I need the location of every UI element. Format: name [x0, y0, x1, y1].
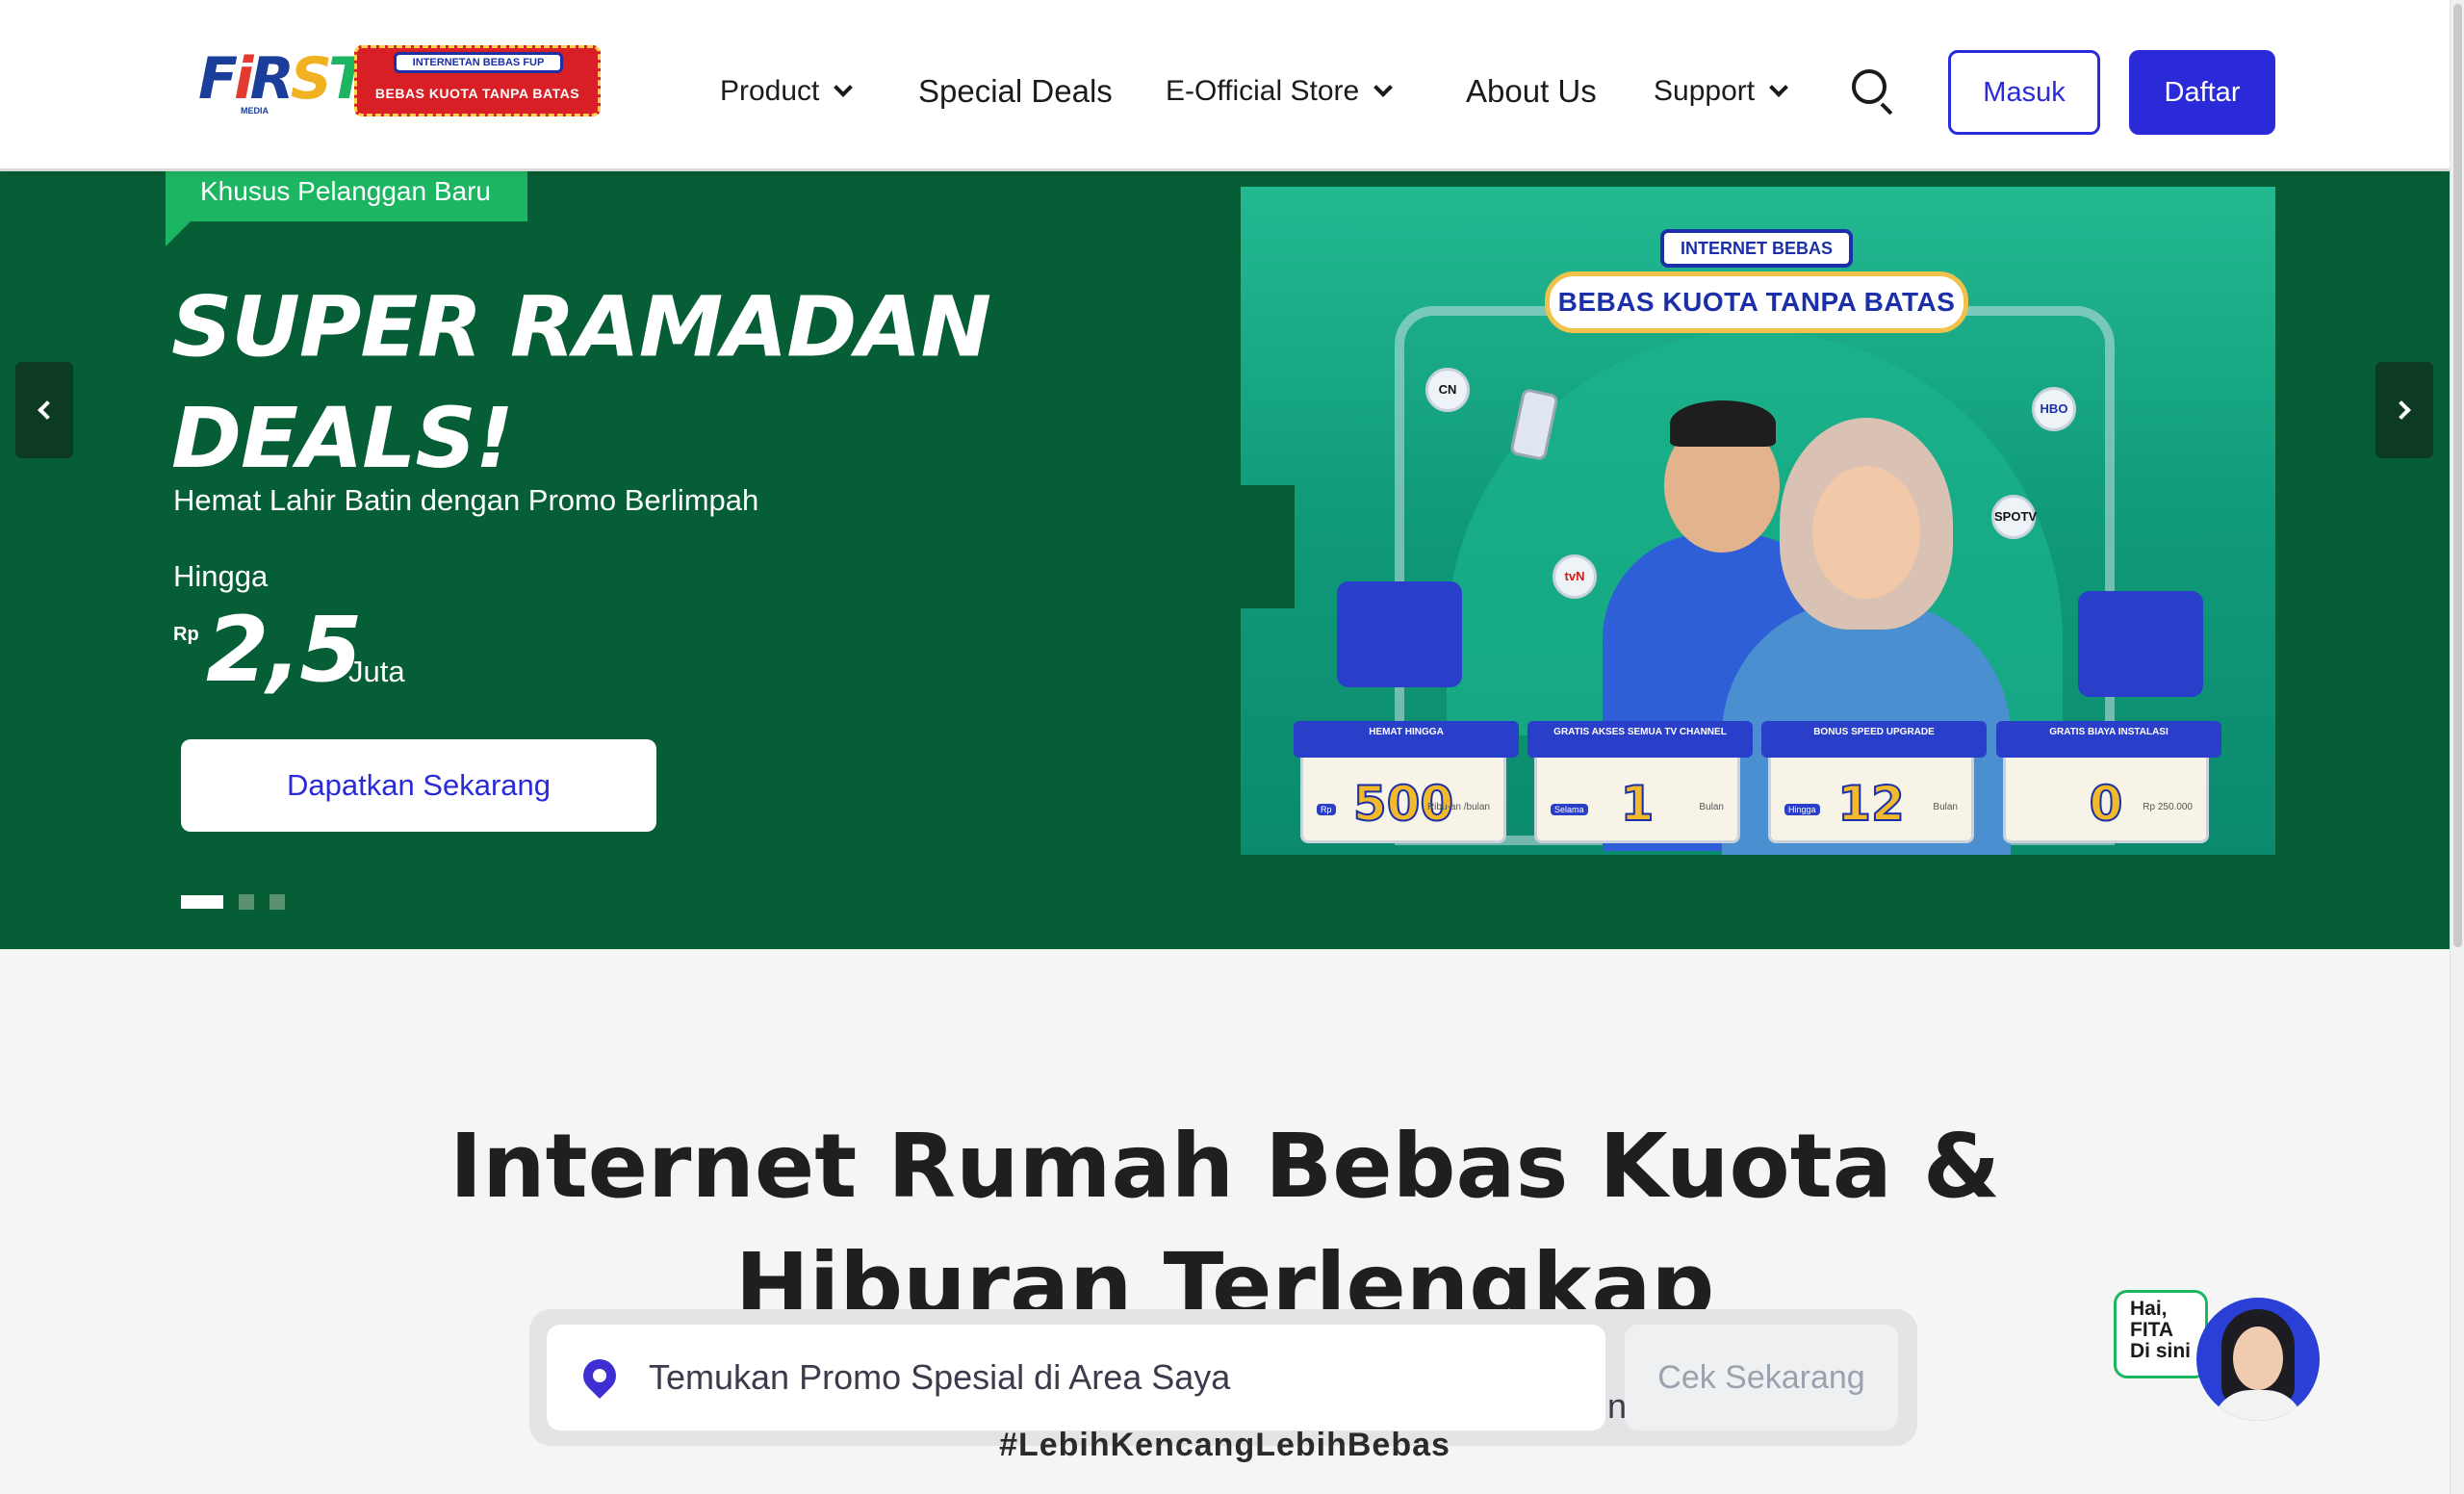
area-search-bar: Temukan Promo Spesial di Area Saya n Cek…	[529, 1309, 1917, 1446]
benefit-card-unit: Bulan	[1933, 802, 1958, 812]
carousel-dot-3[interactable]	[270, 894, 285, 910]
fita-speech-bubble: Hai, FITA Di sini	[2114, 1290, 2208, 1378]
nav-store-label: E-Official Store	[1166, 75, 1360, 107]
hero-banner-image[interactable]: INTERNET BEBAS FUP BEBAS KUOTA TANPA BAT…	[1241, 187, 2275, 855]
benefit-card-header: GRATIS BIAYA INSTALASI	[1996, 721, 2221, 758]
benefit-card-header: HEMAT HINGGA	[1294, 721, 1519, 758]
nav-product-label: Product	[720, 75, 820, 107]
page-scrollbar[interactable]	[2450, 0, 2464, 1494]
area-search-input[interactable]: Temukan Promo Spesial di Area Saya	[547, 1325, 1605, 1430]
man-cap	[1670, 400, 1776, 447]
hero-amount: 2,5	[206, 598, 363, 703]
fita-line2: FITA	[2130, 1319, 2174, 1341]
badge-top-text: INTERNETAN BEBAS FUP	[394, 52, 563, 73]
fita-chat-widget[interactable]: Hai, FITA Di sini	[2114, 1288, 2320, 1423]
hero-subtitle: Hemat Lahir Batin dengan Promo Berlimpah	[173, 483, 759, 517]
channel-logo: CN	[1425, 368, 1470, 412]
carousel-dots	[181, 894, 285, 910]
channel-logo: HBO	[2032, 387, 2076, 431]
hero-currency: Rp	[173, 624, 199, 645]
carousel-dot-1[interactable]	[181, 895, 223, 909]
nav-e-official-store[interactable]: E-Official Store	[1166, 58, 1394, 125]
chevron-left-icon	[38, 400, 57, 420]
hero-tag: Khusus Pelanggan Baru	[166, 171, 527, 221]
carousel-dot-2[interactable]	[239, 894, 254, 910]
search-icon[interactable]	[1852, 69, 1894, 116]
page: FiRST MEDIA INTERNETAN BEBAS FUP BEBAS K…	[0, 0, 2464, 1494]
nav-about-label: About Us	[1466, 73, 1597, 109]
nav-support[interactable]: Support	[1654, 58, 1788, 125]
location-pin-icon	[576, 1352, 624, 1400]
promo-badge-logo[interactable]: INTERNETAN BEBAS FUP BEBAS KUOTA TANPA B…	[354, 45, 601, 116]
fita-avatar	[2196, 1298, 2320, 1421]
nav-special-deals-label: Special Deals	[918, 73, 1113, 109]
benefit-card: HEMAT HINGGA Rp 500 Ribu-an /bulan	[1294, 721, 1519, 843]
benefit-card: GRATIS BIAYA INSTALASI 0 Rp 250.000	[1996, 721, 2221, 843]
badge-bottom-text: BEBAS KUOTA TANPA BATAS	[374, 86, 580, 101]
benefit-card-header: BONUS SPEED UPGRADE	[1761, 721, 1987, 758]
hero-cta-button[interactable]: Dapatkan Sekarang	[181, 739, 656, 832]
benefit-card-unit: Rp 250.000	[2143, 802, 2193, 812]
benefit-card: GRATIS AKSES SEMUA TV CHANNEL Selama 1 B…	[1527, 721, 1753, 843]
carousel-prev-button[interactable]	[15, 362, 73, 458]
check-now-button[interactable]: Cek Sekarang	[1625, 1325, 1898, 1430]
carousel-next-button[interactable]	[2375, 362, 2433, 458]
fita-line3: Di sini	[2130, 1340, 2192, 1362]
nav-special-deals[interactable]: Special Deals	[918, 58, 1113, 125]
login-button[interactable]: Masuk	[1948, 50, 2100, 135]
hero-carousel: Khusus Pelanggan Baru SUPER RAMADAN DEAL…	[0, 171, 2450, 949]
fita-line1: Hai,	[2130, 1298, 2168, 1320]
benefit-card-header: GRATIS AKSES SEMUA TV CHANNEL	[1527, 721, 1753, 758]
hero-title: SUPER RAMADAN DEALS!	[171, 251, 1038, 515]
benefit-card: BONUS SPEED UPGRADE Hingga 12 Bulan	[1761, 721, 1987, 843]
hashtag: #LebihKencangLebihBebas	[999, 1427, 1450, 1463]
gift-box-icon	[1337, 581, 1462, 687]
nav-support-label: Support	[1654, 75, 1756, 107]
banner-sign-small: INTERNET BEBAS FUP	[1660, 229, 1853, 289]
benefit-card-unit: Ribu-an /bulan	[1426, 802, 1490, 812]
channel-logo: tvN	[1553, 554, 1597, 599]
benefit-card-unit: Bulan	[1699, 802, 1724, 812]
nav-product[interactable]: Product	[720, 58, 854, 125]
logo-sub: MEDIA	[241, 106, 269, 116]
chevron-down-icon	[1769, 78, 1788, 97]
hero-unit: Juta	[348, 655, 405, 688]
site-header: FiRST MEDIA INTERNETAN BEBAS FUP BEBAS K…	[0, 0, 2450, 171]
woman-face	[1812, 466, 1920, 599]
nav-about-us[interactable]: About Us	[1466, 58, 1597, 125]
channel-logo: SPOTV	[1991, 495, 2037, 539]
area-search-placeholder: Temukan Promo Spesial di Area Saya	[649, 1357, 1231, 1397]
banner-sign-big: BEBAS KUOTA TANPA BATAS	[1545, 271, 1968, 333]
hero-hingga: Hingga	[173, 559, 269, 593]
scrollbar-thumb[interactable]	[2453, 4, 2462, 947]
chevron-down-icon	[834, 78, 854, 97]
hero-tag-fold	[166, 221, 191, 246]
chevron-down-icon	[1373, 78, 1394, 97]
first-media-logo[interactable]: FiRST MEDIA	[198, 50, 368, 116]
chevron-right-icon	[2392, 400, 2411, 420]
register-button[interactable]: Daftar	[2129, 50, 2275, 135]
gift-box-icon	[2078, 591, 2203, 697]
section-title-line1: Internet Rumah Bebas Kuota &	[449, 1115, 2001, 1218]
